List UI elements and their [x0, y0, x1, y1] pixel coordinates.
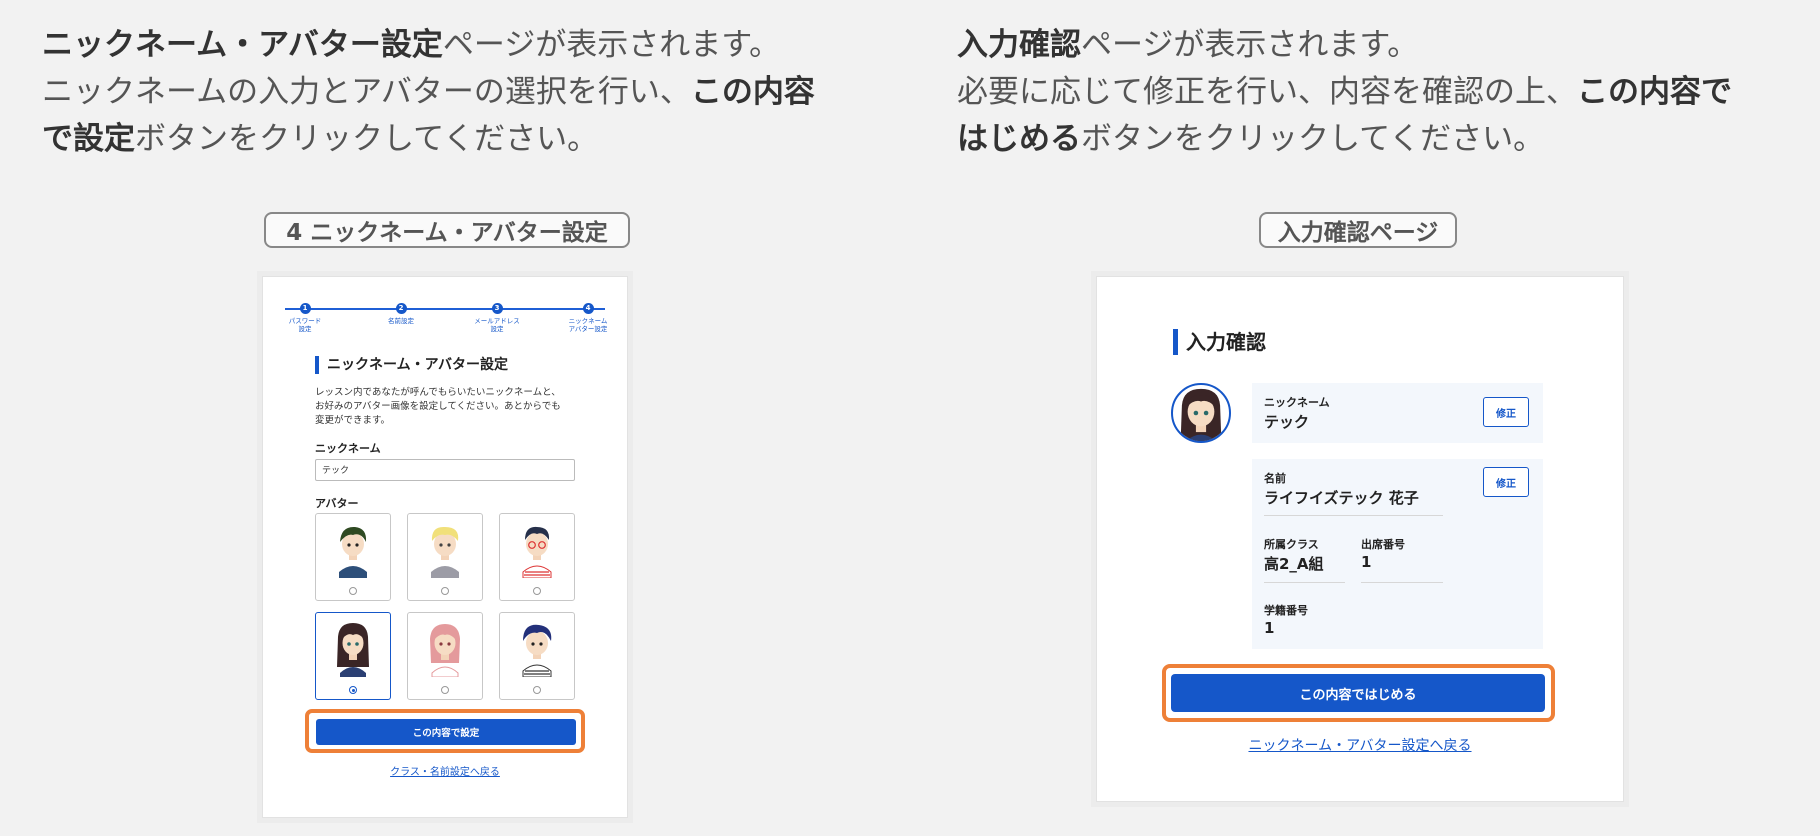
instr-left-text-2: ニックネームの入力とアバターの選択を行い、 [42, 74, 691, 110]
step-nickname-avatar: 4 ニックネーム アバター設定 [553, 303, 623, 333]
avatar-option-6[interactable] [499, 612, 575, 700]
caption-confirm-page: 入力確認ページ [1259, 212, 1457, 248]
avatar-boy-glasses-icon [522, 526, 552, 578]
instr-left-text-1: ページが表示されます。 [442, 27, 781, 63]
name-class-panel: 名前 ライフイズテック 花子 修正 所属クラス 高2_A組 出席番号 1 学籍番… [1252, 459, 1543, 649]
avatar-radio[interactable] [349, 587, 357, 595]
student-id-label: 学籍番号 [1264, 604, 1308, 617]
avatar-option-1[interactable] [315, 513, 391, 601]
nickname-avatar-screenshot: 1 パスワード 設定 2 名前設定 3 メールアドレス 設定 4 ニックネーム … [262, 276, 628, 818]
avatar-radio[interactable] [533, 587, 541, 595]
avatar-radio[interactable] [441, 686, 449, 694]
instr-right-text-3: ボタンをクリックしてください。 [1081, 121, 1545, 157]
avatar-radio[interactable] [441, 587, 449, 595]
nickname-input[interactable]: テック [315, 459, 575, 481]
avatar-option-4[interactable] [315, 612, 391, 700]
avatar-option-5[interactable] [407, 612, 483, 700]
step-email: 3 メールアドレス 設定 [462, 303, 532, 333]
step-number: 1 [299, 303, 311, 314]
instr-right-bold-3: はじめる [957, 121, 1081, 157]
set-with-these-contents-button[interactable]: この内容で設定 [316, 719, 576, 745]
seat-number-value: 1 [1361, 553, 1372, 571]
student-id-value: 1 [1264, 619, 1275, 637]
avatar-girl-dark-hair-icon [337, 623, 369, 677]
back-to-class-name-link[interactable]: クラス・名前設定へ戻る [263, 763, 627, 778]
divider [1264, 582, 1345, 583]
step-label: 名前設定 [388, 317, 414, 325]
step-label: パスワード 設定 [288, 317, 322, 333]
step-label: ニックネーム アバター設定 [568, 317, 608, 333]
avatar-boy-navy-hair-icon [522, 624, 552, 677]
left-instruction: ニックネーム・アバター設定ページが表示されます。 ニックネームの入力とアバターの… [42, 22, 872, 163]
instr-left-bold-1: ニックネーム・アバター設定 [42, 27, 443, 63]
avatar-blonde-boy-icon [431, 526, 459, 578]
nickname-label: ニックネーム [1264, 396, 1330, 409]
input-confirmation-screenshot: 入力確認 ニックネーム テック 修正 名前 ライフイズテック 花子 修正 所属ク… [1096, 276, 1624, 802]
nickname-panel: ニックネーム テック 修正 [1252, 383, 1543, 443]
right-instruction: 入力確認ページが表示されます。 必要に応じて修正を行い、内容を確認の上、この内容… [957, 22, 1787, 163]
avatar-boy-green-hair-icon [339, 526, 367, 578]
back-to-nickname-avatar-link[interactable]: ニックネーム・アバター設定へ戻る [1097, 735, 1623, 755]
avatar-label: アバター [315, 497, 359, 510]
nickname-value: テック [1264, 413, 1310, 431]
avatar-option-3[interactable] [499, 513, 575, 601]
instr-right-bold-2: この内容で [1577, 74, 1732, 110]
instr-left-text-3: ボタンをクリックしてください。 [135, 121, 599, 157]
step-name: 2 名前設定 [366, 303, 436, 325]
class-label: 所属クラス [1264, 538, 1319, 551]
step-number: 4 [582, 303, 594, 314]
seat-number-label: 出席番号 [1361, 538, 1405, 551]
avatar-girl-pink-hair-icon [430, 624, 460, 677]
progress-stepper: 1 パスワード 設定 2 名前設定 3 メールアドレス 設定 4 ニックネーム … [283, 303, 607, 343]
class-value: 高2_A組 [1264, 555, 1324, 573]
divider [1361, 582, 1443, 583]
divider [1264, 515, 1443, 516]
edit-name-button[interactable]: 修正 [1483, 467, 1529, 497]
avatar-radio[interactable] [533, 686, 541, 694]
start-with-these-contents-button[interactable]: この内容ではじめる [1171, 674, 1545, 712]
step-password: 1 パスワード 設定 [270, 303, 340, 333]
page-title: 入力確認 [1173, 329, 1266, 355]
caption-nickname-avatar: 4 ニックネーム・アバター設定 [264, 212, 630, 248]
nickname-label: ニックネーム [315, 442, 381, 455]
instr-right-text-1: ページが表示されます。 [1081, 27, 1419, 63]
avatar-option-2[interactable] [407, 513, 483, 601]
step-number: 3 [491, 303, 503, 314]
step-number: 2 [395, 303, 407, 314]
instr-right-text-2: 必要に応じて修正を行い、内容を確認の上、 [957, 74, 1577, 110]
instr-right-bold-1: 入力確認 [957, 27, 1081, 63]
edit-nickname-button[interactable]: 修正 [1483, 397, 1529, 427]
instr-left-bold-3: で設定 [42, 121, 135, 157]
name-label: 名前 [1264, 472, 1286, 485]
step-label: メールアドレス 設定 [474, 317, 520, 333]
instr-left-bold-2: この内容 [690, 74, 815, 110]
avatar-girl-dark-hair-icon [1180, 388, 1222, 441]
name-value: ライフイズテック 花子 [1264, 489, 1419, 507]
avatar-radio-selected[interactable] [349, 686, 357, 694]
page-description: レッスン内であなたが呼んでもらいたいニックネームと、 お好みのアバター画像を設定… [315, 387, 561, 426]
selected-avatar [1171, 383, 1231, 443]
page-title: ニックネーム・アバター設定 [315, 356, 508, 374]
